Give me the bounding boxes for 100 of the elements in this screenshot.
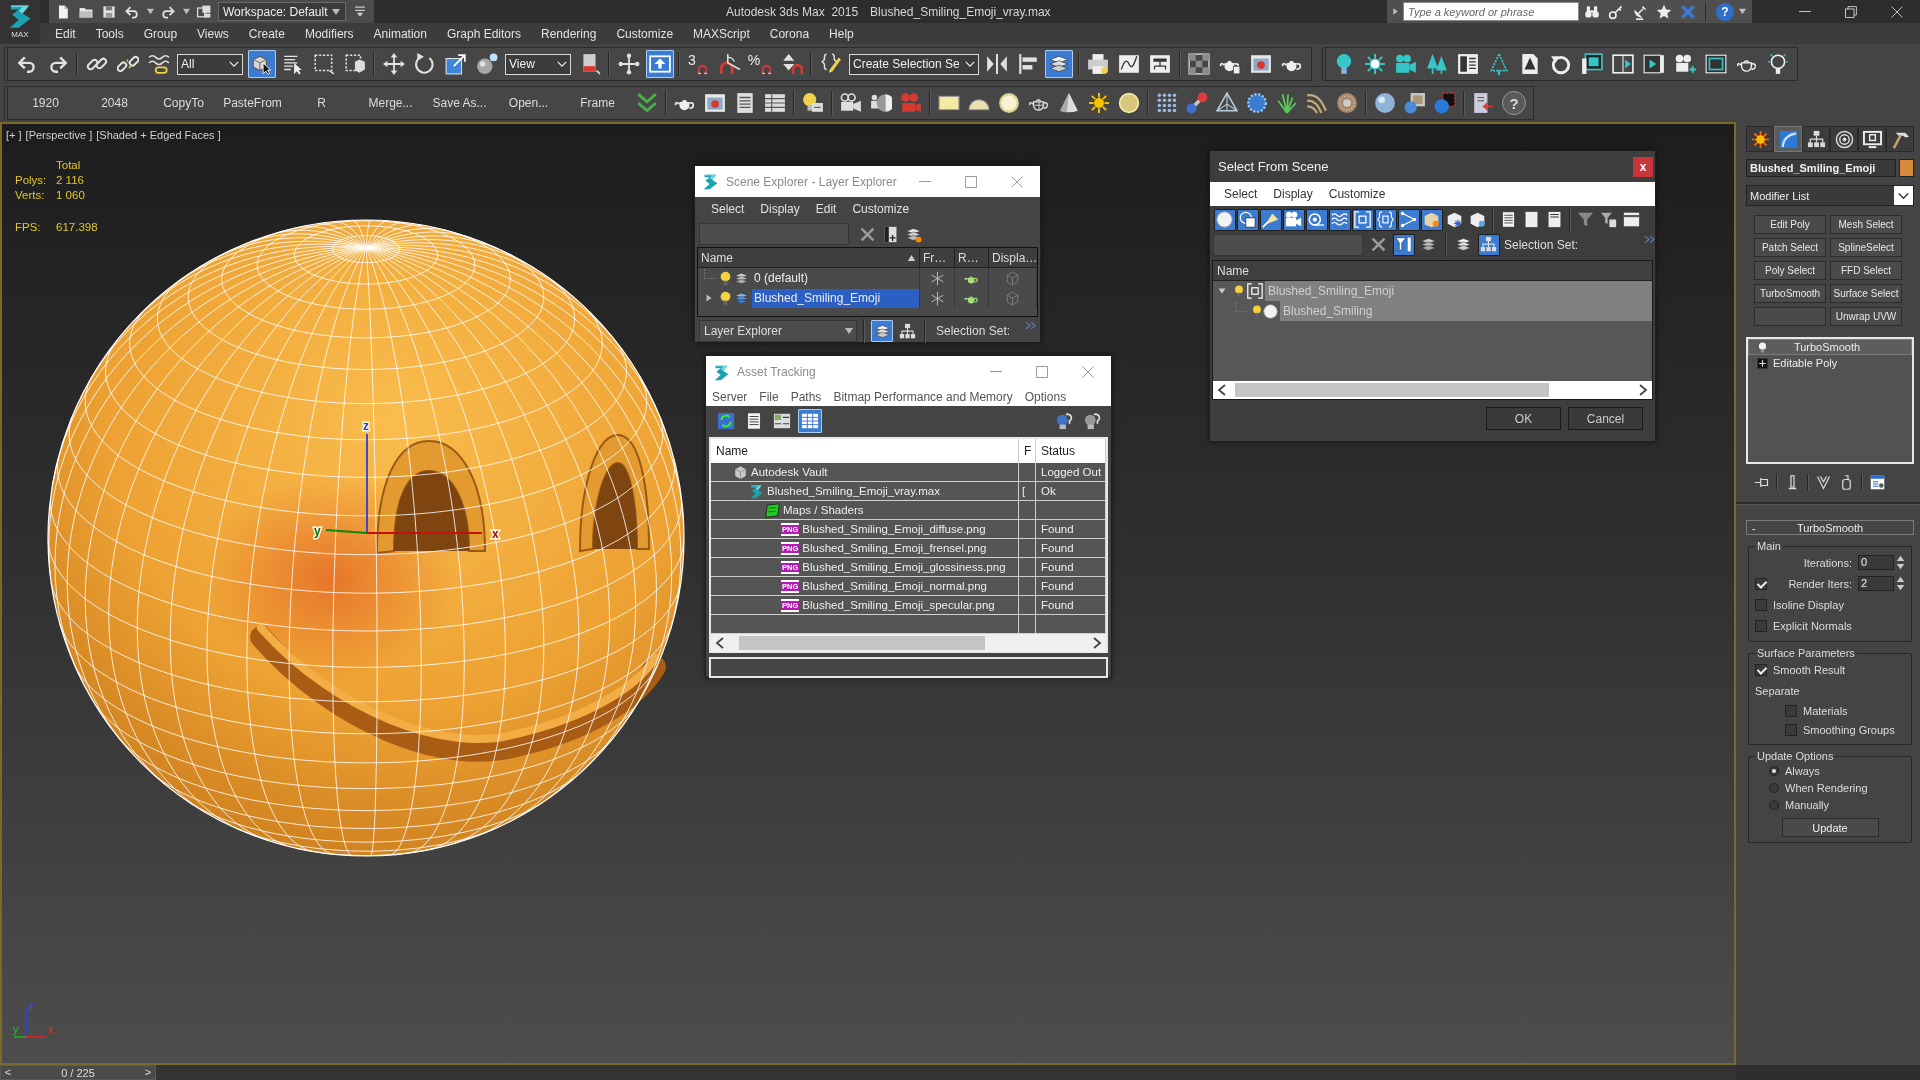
modifier-button[interactable]: Edit Poly xyxy=(1754,215,1826,234)
modifier-stack-item[interactable]: Editable Poly xyxy=(1748,355,1912,371)
asset-name[interactable]: Blushed_Smiling_Emoji_glossiness.png xyxy=(802,561,1006,573)
modifier-button[interactable]: Surface Select xyxy=(1830,284,1902,303)
asset-name[interactable]: Blushed_Smiling_Emoji_normal.png xyxy=(802,580,987,592)
wave-lines-button[interactable] xyxy=(1328,208,1351,231)
arrow-box-button[interactable] xyxy=(645,50,674,78)
group-button[interactable] xyxy=(1351,208,1374,231)
scroll-left-icon[interactable] xyxy=(715,637,725,649)
menu-item[interactable]: Help xyxy=(819,26,864,41)
checkbox-label[interactable]: Materials xyxy=(1803,704,1848,717)
menu-item[interactable]: Group xyxy=(133,26,188,41)
column-header[interactable]: F xyxy=(1019,439,1036,463)
scrollbar-thumb[interactable] xyxy=(1235,383,1549,397)
layers-button[interactable] xyxy=(871,320,893,342)
explorer-dropdown[interactable]: Layer Explorer xyxy=(699,320,857,342)
transform-gizmo[interactable]: z y x xyxy=(314,419,499,541)
dropdown[interactable]: All xyxy=(177,53,243,75)
column-header[interactable]: Fr… xyxy=(920,248,955,267)
toolbar-button[interactable]: 1920 xyxy=(11,89,80,117)
tape-button[interactable] xyxy=(1305,208,1328,231)
checkbox-label[interactable]: Smoothing Groups xyxy=(1803,723,1895,736)
checkbox-label[interactable]: Isoline Display xyxy=(1773,598,1844,611)
modifier-list-dropdown[interactable]: Modifier List xyxy=(1746,185,1914,206)
radio-label[interactable]: When Rendering xyxy=(1785,781,1868,794)
camera-button[interactable] xyxy=(1282,208,1305,231)
column-header[interactable]: R… xyxy=(955,248,989,267)
spinner-field[interactable]: 2 xyxy=(1858,576,1894,591)
dropdown[interactable]: Create Selection Se xyxy=(849,53,979,75)
menu-item[interactable]: Bitmap Performance and Memory xyxy=(827,390,1019,404)
container-button[interactable] xyxy=(1420,208,1443,231)
menu-item[interactable]: Edit xyxy=(45,26,86,41)
modifier-button[interactable]: FFD Select xyxy=(1830,261,1902,280)
checkbox-label[interactable]: Explicit Normals xyxy=(1773,619,1852,632)
horizontal-scrollbar[interactable] xyxy=(1213,381,1652,399)
scroll-right-icon[interactable] xyxy=(1638,384,1648,396)
layer-name[interactable]: Blushed_Smiling_Emoji xyxy=(752,288,919,308)
menu-item[interactable]: Rendering xyxy=(531,26,607,41)
sphere-button[interactable] xyxy=(1213,208,1236,231)
panel-tab[interactable] xyxy=(1830,126,1858,152)
time-slider-track[interactable]: < 0 / 225 > xyxy=(0,1065,1736,1080)
light-bulb-icon[interactable] xyxy=(718,290,733,306)
scroll-left-icon[interactable] xyxy=(1217,384,1227,396)
layer-name[interactable]: 0 (default) xyxy=(752,268,919,288)
snowflake-icon[interactable] xyxy=(929,290,945,306)
menu-item[interactable]: Views xyxy=(187,26,239,41)
menu-item[interactable]: Select xyxy=(1216,187,1266,201)
help-button[interactable]: ? xyxy=(1502,91,1526,115)
light-bulb-icon[interactable] xyxy=(1757,341,1768,353)
modifier-button[interactable]: Mesh Select xyxy=(1830,215,1902,234)
light-bulb-icon[interactable] xyxy=(1233,284,1245,298)
radio-button[interactable] xyxy=(1769,782,1779,793)
cancel-button[interactable]: Cancel xyxy=(1568,407,1643,430)
panel-tab[interactable] xyxy=(1746,126,1774,152)
panel-tab[interactable] xyxy=(1802,126,1830,152)
modifier-stack-item[interactable]: TurboSmooth xyxy=(1748,339,1912,355)
menu-item[interactable]: Display xyxy=(1265,187,1321,201)
menu-item[interactable]: Customize xyxy=(1320,187,1394,201)
column-header[interactable]: Status xyxy=(1036,439,1106,463)
asset-name[interactable]: Blushed_Smiling_Emoji_diffuse.png xyxy=(802,523,986,535)
menu-item[interactable]: Graph Editors xyxy=(436,26,531,41)
menu-item[interactable]: Customize xyxy=(844,202,918,216)
update-button[interactable]: Update xyxy=(1781,818,1879,837)
toolbar-button[interactable]: 2048 xyxy=(80,89,149,117)
spinner-field[interactable]: 0 xyxy=(1858,555,1894,570)
modifier-button[interactable]: TurboSmooth xyxy=(1754,284,1826,303)
viewport-label[interactable]: [+ ] xyxy=(6,129,22,141)
menu-item[interactable]: MAXScript xyxy=(683,26,760,41)
menu-item[interactable]: Tools xyxy=(85,26,134,41)
shapes-button[interactable] xyxy=(1236,208,1259,231)
menu-item[interactable]: Paths xyxy=(784,390,828,404)
radio-label[interactable]: Manually xyxy=(1785,798,1830,811)
filter-button[interactable] xyxy=(1392,233,1415,256)
hierarchy-button[interactable] xyxy=(1477,233,1500,256)
workspace-dropdown[interactable]: Workspace: Default xyxy=(218,2,346,21)
radio-label[interactable]: Always xyxy=(1785,764,1820,777)
checkbox[interactable] xyxy=(1755,598,1767,611)
input-field[interactable] xyxy=(709,657,1108,678)
checkbox[interactable] xyxy=(1785,723,1797,736)
menu-item[interactable]: Display xyxy=(752,202,808,216)
asset-name[interactable]: Maps / Shaders xyxy=(783,504,864,516)
help-button[interactable]: ? xyxy=(1716,2,1734,21)
spinner-arrows-icon[interactable] xyxy=(1896,576,1905,591)
emoji-sphere-drawing[interactable] xyxy=(47,219,685,857)
toolbar-button[interactable]: PasteFrom xyxy=(218,89,287,117)
modifier-button[interactable]: SplineSelect xyxy=(1830,238,1902,257)
expand-box-icon[interactable] xyxy=(1757,357,1768,369)
snap-toggle-button[interactable]: % xyxy=(746,50,775,78)
modifier-button[interactable]: Patch Select xyxy=(1754,238,1826,257)
toolbar-button[interactable]: R xyxy=(287,89,356,117)
panel-tab[interactable] xyxy=(1886,126,1914,152)
menu-item[interactable]: Edit xyxy=(807,202,845,216)
viewport-label[interactable]: [Perspective ] xyxy=(25,129,93,141)
expand-arrow-icon[interactable] xyxy=(704,293,714,303)
table-button[interactable] xyxy=(798,409,822,433)
light-bulb-icon[interactable] xyxy=(1251,304,1263,318)
toolbar-button[interactable]: Frame xyxy=(563,89,632,117)
braces-box-button[interactable] xyxy=(1374,208,1397,231)
rollout-header[interactable]: - TurboSmooth xyxy=(1746,520,1914,535)
viewport-label[interactable]: [Shaded + Edged Faces ] xyxy=(96,129,221,141)
